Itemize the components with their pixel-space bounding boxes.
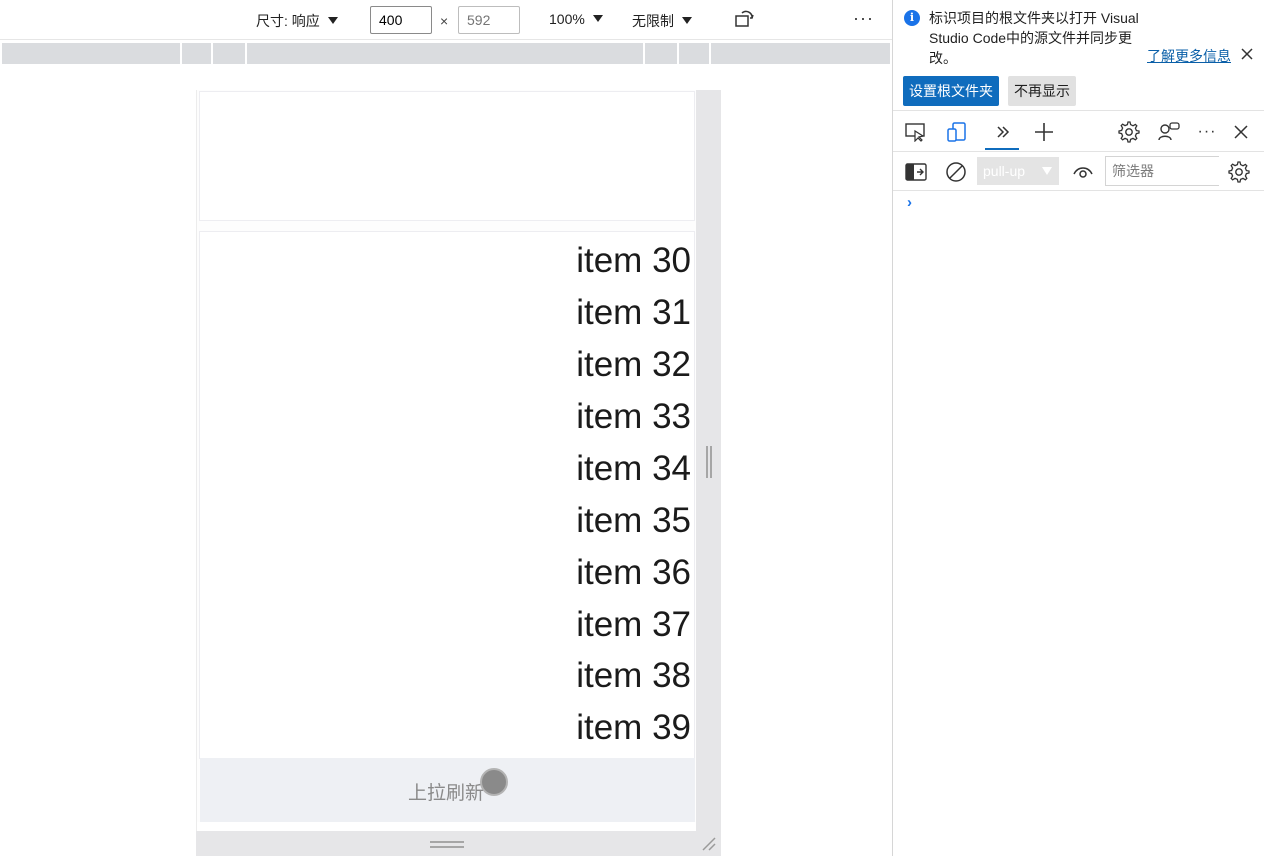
touch-cursor-icon bbox=[480, 768, 508, 796]
banner-message: 标识项目的根文件夹以打开 Visual Studio Code中的源文件并同步更… bbox=[929, 10, 1139, 66]
device-emulation-icon[interactable] bbox=[945, 120, 969, 144]
throttle-label: 无限制 bbox=[632, 13, 674, 29]
console-settings-gear-icon[interactable] bbox=[1227, 160, 1251, 184]
list-item: item 31 bbox=[576, 293, 691, 332]
list-item: item 32 bbox=[576, 345, 691, 384]
settings-gear-icon[interactable] bbox=[1117, 120, 1141, 144]
list-item: item 30 bbox=[576, 241, 691, 280]
list-item: item 39 bbox=[576, 708, 691, 747]
dont-show-again-button[interactable]: 不再显示 bbox=[1008, 76, 1076, 106]
live-expression-eye-icon[interactable] bbox=[1071, 160, 1095, 184]
media-query-bar[interactable] bbox=[2, 43, 890, 64]
more-tabs-icon[interactable] bbox=[991, 120, 1015, 144]
active-tab-indicator bbox=[985, 148, 1019, 150]
media-divider bbox=[709, 43, 711, 64]
throttle-dropdown[interactable]: 无限制 bbox=[632, 11, 692, 31]
pull-up-refresh-footer: 上拉刷新 bbox=[200, 758, 695, 822]
devtools-tab-bar: ··· bbox=[893, 112, 1264, 152]
media-divider bbox=[677, 43, 679, 64]
list-item: item 33 bbox=[576, 397, 691, 436]
viewport-bottom bbox=[197, 822, 696, 831]
caret-down-icon bbox=[682, 17, 692, 24]
height-input[interactable] bbox=[458, 6, 520, 34]
media-divider bbox=[211, 43, 213, 64]
workspace-info-banner: i 标识项目的根文件夹以打开 Visual Studio Code中的源文件并同… bbox=[893, 0, 1264, 111]
list-item: item 36 bbox=[576, 553, 691, 592]
filter-input[interactable] bbox=[1105, 156, 1219, 186]
media-divider bbox=[643, 43, 645, 64]
resize-handle-bottom[interactable] bbox=[430, 841, 464, 848]
context-dropdown[interactable]: pull-up bbox=[977, 157, 1059, 185]
more-options-icon[interactable]: ··· bbox=[853, 8, 874, 29]
caret-down-icon bbox=[327, 17, 338, 24]
device-toolbar: 尺寸: 响应 × 100% 无限制 ··· bbox=[0, 0, 892, 40]
dimensions-dropdown[interactable]: 尺寸: 响应 bbox=[256, 11, 338, 31]
console-prompt-icon[interactable]: › bbox=[907, 194, 912, 211]
resize-handle-right[interactable] bbox=[706, 446, 712, 478]
device-frame: item 30 item 31 item 32 item 33 item 34 … bbox=[196, 90, 721, 856]
zoom-dropdown[interactable]: 100% bbox=[549, 11, 603, 27]
add-tab-icon[interactable] bbox=[1032, 120, 1056, 144]
set-root-folder-button[interactable]: 设置根文件夹 bbox=[903, 76, 999, 106]
feedback-icon[interactable] bbox=[1157, 120, 1181, 144]
learn-more-link[interactable]: 了解更多信息 bbox=[1147, 46, 1231, 66]
pull-up-label: 上拉刷新 bbox=[408, 783, 485, 804]
dimensions-label: 尺寸: 响应 bbox=[256, 13, 320, 29]
list-item: item 38 bbox=[576, 656, 691, 695]
page-viewport: item 30 item 31 item 32 item 33 item 34 … bbox=[196, 90, 696, 831]
list-item: item 35 bbox=[576, 501, 691, 540]
item-list[interactable]: item 30 item 31 item 32 item 33 item 34 … bbox=[199, 231, 695, 759]
caret-down-icon bbox=[1042, 167, 1052, 175]
sidebar-toggle-icon[interactable] bbox=[904, 160, 928, 184]
times-sign: × bbox=[440, 13, 449, 29]
list-item: item 34 bbox=[576, 449, 691, 488]
resize-corner-icon[interactable] bbox=[701, 836, 717, 852]
close-icon[interactable] bbox=[1239, 44, 1255, 64]
clear-console-icon[interactable] bbox=[944, 160, 968, 184]
close-devtools-icon[interactable] bbox=[1229, 120, 1253, 144]
media-divider bbox=[245, 43, 247, 64]
more-options-icon[interactable]: ··· bbox=[1195, 120, 1219, 144]
context-label: pull-up bbox=[983, 163, 1026, 179]
info-icon: i bbox=[904, 10, 920, 26]
caret-down-icon bbox=[592, 15, 603, 22]
list-item: item 37 bbox=[576, 605, 691, 644]
inspect-element-icon[interactable] bbox=[904, 120, 928, 144]
devtools-pane: i 标识项目的根文件夹以打开 Visual Studio Code中的源文件并同… bbox=[892, 0, 1264, 856]
device-emulation-area: 尺寸: 响应 × 100% 无限制 ··· bbox=[0, 0, 892, 856]
width-input[interactable] bbox=[370, 6, 432, 34]
media-divider bbox=[180, 43, 182, 64]
rotate-icon[interactable] bbox=[734, 10, 756, 30]
zoom-label: 100% bbox=[549, 11, 585, 27]
console-toolbar: pull-up bbox=[893, 153, 1264, 191]
header-panel bbox=[199, 91, 695, 221]
